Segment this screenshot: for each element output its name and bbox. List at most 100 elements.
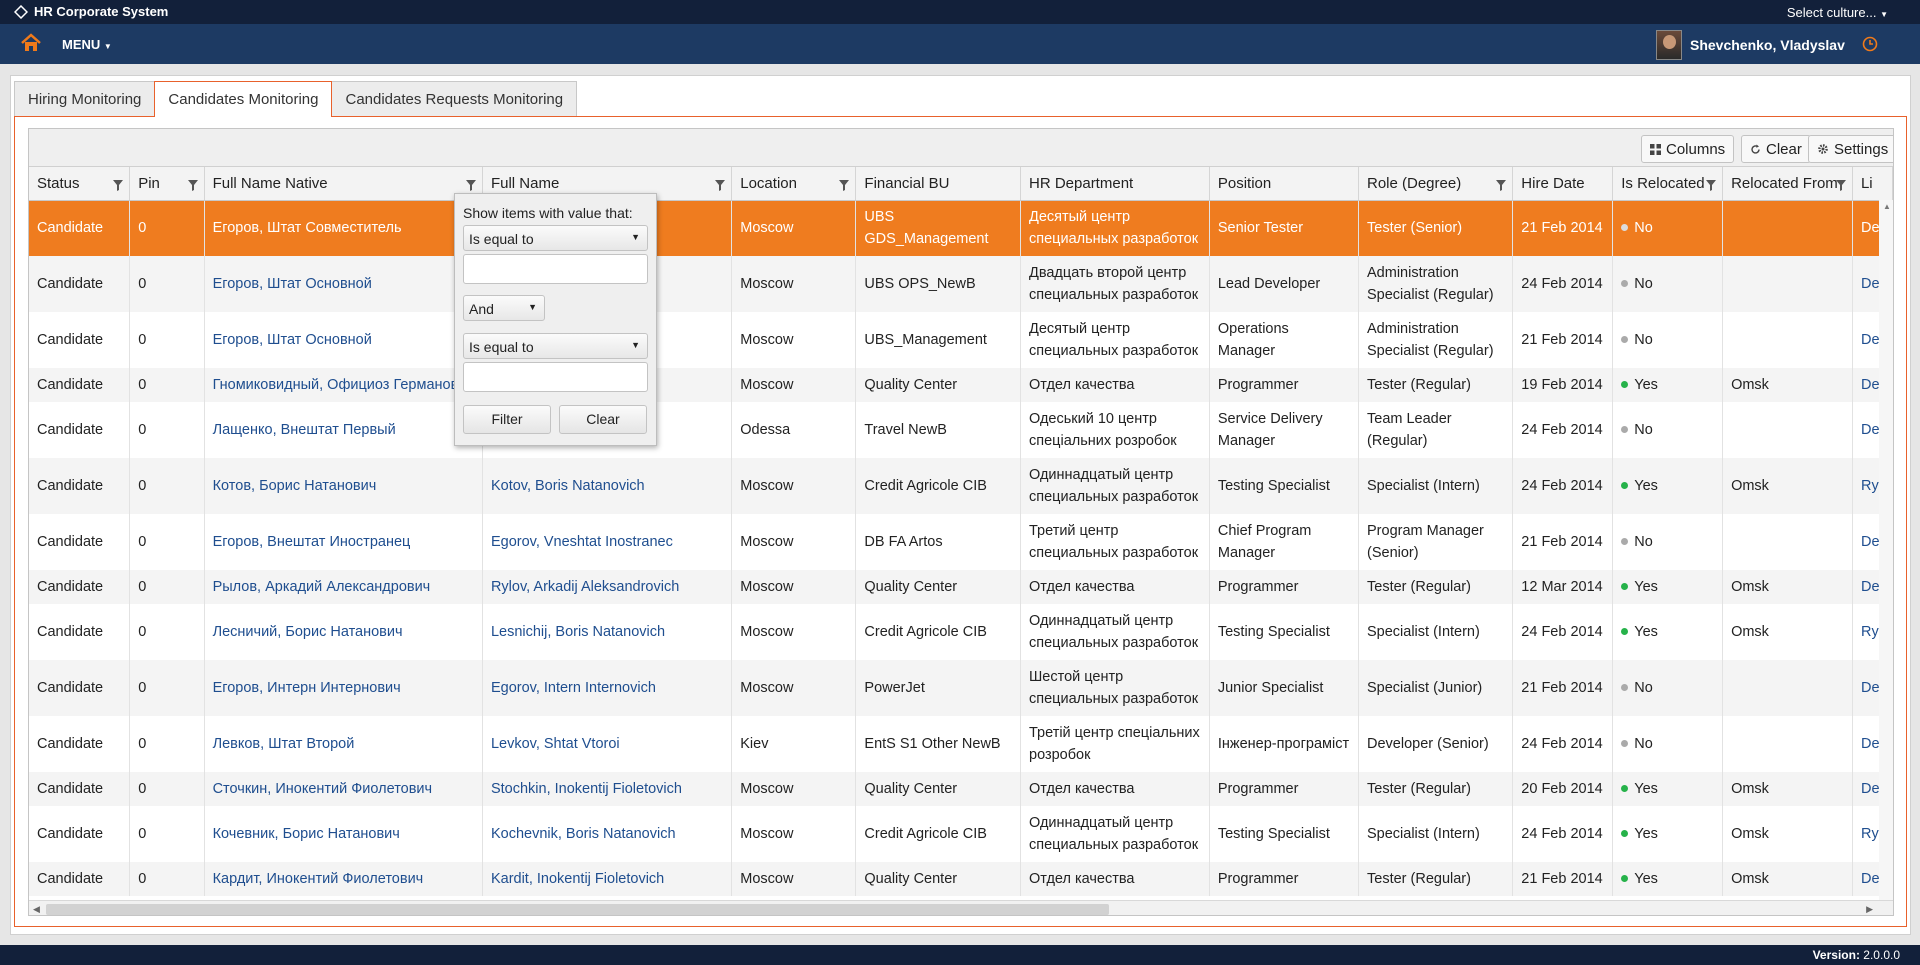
cell-full-name-native-text[interactable]: Кочевник, Борис Натанович bbox=[213, 826, 400, 842]
home-button[interactable] bbox=[20, 33, 42, 57]
cell-li-text[interactable]: De bbox=[1861, 534, 1880, 550]
table-row[interactable]: Candidate 0 Егоров, Внештат Иностранец Egor… bbox=[29, 514, 1893, 570]
filter-logic-select[interactable]: And ▼ bbox=[463, 295, 545, 321]
filter-icon[interactable] bbox=[1706, 178, 1717, 195]
columns-button[interactable]: Columns bbox=[1641, 135, 1735, 163]
filter-apply-button[interactable]: Filter bbox=[463, 405, 551, 434]
culture-select[interactable]: Select culture... ▼ bbox=[1787, 5, 1888, 20]
cell-li-text[interactable]: De bbox=[1861, 220, 1880, 236]
tab-hiring-monitoring[interactable]: Hiring Monitoring bbox=[14, 81, 156, 116]
column-header-financial-bu[interactable]: Financial BU bbox=[855, 167, 1021, 201]
cell-li-text[interactable]: De bbox=[1861, 579, 1880, 595]
table-row[interactable]: Candidate 0 Егоров, Штат Основной Moscow UBS… bbox=[29, 256, 1893, 312]
cell-li-text[interactable]: De bbox=[1861, 377, 1880, 393]
table-row[interactable]: Candidate 0 Сточкин, Инокентий Фиолетович S… bbox=[29, 772, 1893, 806]
filter-icon[interactable] bbox=[187, 178, 198, 195]
cell-li-text[interactable]: De bbox=[1861, 871, 1880, 887]
table-row[interactable]: Candidate 0 Гномиковидный, Официоз Германо… bbox=[29, 368, 1893, 402]
table-row[interactable]: Candidate 0 Кардит, Инокентий Фиолетович Ka… bbox=[29, 862, 1893, 896]
filter-clear-button[interactable]: Clear bbox=[559, 405, 647, 434]
filter-icon[interactable] bbox=[839, 178, 850, 195]
cell-full-name-native-text[interactable]: Левков, Штат Второй bbox=[213, 736, 355, 752]
column-header-hire-date[interactable]: Hire Date bbox=[1512, 167, 1614, 201]
column-header-relocated-from[interactable]: Relocated From bbox=[1722, 167, 1853, 201]
scroll-thumb[interactable] bbox=[46, 904, 1109, 915]
user-profile[interactable]: Shevchenko, Vladyslav bbox=[1656, 30, 1845, 60]
history-button[interactable] bbox=[1862, 36, 1878, 56]
cell-full-name-native-text[interactable]: Егоров, Интерн Интернович bbox=[213, 680, 401, 696]
cell-full-name[interactable]: Stochkin, Inokentij Fioletovich bbox=[482, 772, 733, 806]
table-row[interactable]: Candidate 0 Рылов, Аркадий Александрович Ry… bbox=[29, 570, 1893, 604]
table-row[interactable]: Candidate 0 Котов, Борис Натанович Kotov, B… bbox=[29, 458, 1893, 514]
cell-full-name-native[interactable]: Егоров, Штат Совместитель bbox=[204, 200, 483, 256]
column-header-location[interactable]: Location bbox=[731, 167, 857, 201]
cell-full-name-text[interactable]: Stochkin, Inokentij Fioletovich bbox=[491, 781, 682, 797]
cell-full-name[interactable]: Lesnichij, Boris Natanovich bbox=[482, 604, 733, 660]
table-row[interactable]: Candidate 0 Лесничий, Борис Натанович Lesni… bbox=[29, 604, 1893, 660]
horizontal-scrollbar[interactable]: ◀ ▶ bbox=[29, 900, 1893, 915]
cell-full-name-native-text[interactable]: Егоров, Внештат Иностранец bbox=[213, 534, 411, 550]
cell-full-name-native[interactable]: Лесничий, Борис Натанович bbox=[204, 604, 483, 660]
cell-full-name-text[interactable]: Kotov, Boris Natanovich bbox=[491, 478, 645, 494]
column-header-role-degree[interactable]: Role (Degree) bbox=[1358, 167, 1514, 201]
cell-full-name-text[interactable]: Kochevnik, Boris Natanovich bbox=[491, 826, 676, 842]
filter-operator-2-select[interactable]: Is equal to ▼ bbox=[463, 333, 648, 359]
scroll-right-icon[interactable]: ▶ bbox=[1866, 904, 1873, 915]
cell-full-name-native[interactable]: Егоров, Штат Основной bbox=[204, 312, 483, 368]
cell-full-name-native-text[interactable]: Гномиковидный, Официоз Германович bbox=[213, 377, 474, 393]
column-header-pin[interactable]: Pin bbox=[129, 167, 205, 201]
table-row[interactable]: Candidate 0 Егоров, Интерн Интернович Egoro… bbox=[29, 660, 1893, 716]
table-row[interactable]: Candidate0Лащенко, Внештат ПервыйyiOdess… bbox=[29, 402, 1893, 458]
vertical-scrollbar[interactable]: ▲ bbox=[1879, 200, 1893, 900]
filter-value-2-input[interactable] bbox=[463, 362, 648, 392]
scroll-left-icon[interactable]: ◀ bbox=[33, 904, 40, 915]
cell-full-name[interactable]: Levkov, Shtat Vtoroi bbox=[482, 716, 733, 772]
cell-full-name-text[interactable]: Levkov, Shtat Vtoroi bbox=[491, 736, 620, 752]
filter-icon[interactable] bbox=[1835, 178, 1846, 195]
cell-full-name-native[interactable]: Сточкин, Инокентий Фиолетович bbox=[204, 772, 483, 806]
table-row[interactable]: Candidate 0 Кочевник, Борис Натанович Koche… bbox=[29, 806, 1893, 862]
cell-li-text[interactable]: De bbox=[1861, 781, 1880, 797]
cell-full-name-native[interactable]: Кардит, Инокентий Фиолетович bbox=[204, 862, 483, 896]
cell-li-text[interactable]: Ry bbox=[1861, 478, 1879, 494]
table-row[interactable]: Candidate 0 Егоров, Штат Совместитель Mosco… bbox=[29, 200, 1893, 256]
cell-full-name-native-text[interactable]: Егоров, Штат Основной bbox=[213, 276, 372, 292]
column-header-status[interactable]: Status bbox=[29, 167, 131, 201]
settings-button[interactable]: Settings bbox=[1808, 135, 1893, 163]
cell-li-text[interactable]: De bbox=[1861, 736, 1880, 752]
cell-li-text[interactable]: De bbox=[1861, 332, 1880, 348]
table-row[interactable]: Candidate 0 Левков, Штат Второй Levkov, Sht… bbox=[29, 716, 1893, 772]
cell-full-name[interactable]: Rylov, Arkadij Aleksandrovich bbox=[482, 570, 733, 604]
menu-button[interactable]: MENU ▼ bbox=[62, 37, 112, 52]
cell-full-name-native-text[interactable]: Егоров, Штат Основной bbox=[213, 332, 372, 348]
cell-full-name-text[interactable]: Kardit, Inokentij Fioletovich bbox=[491, 871, 664, 887]
tab-candidates-monitoring[interactable]: Candidates Monitoring bbox=[154, 81, 333, 117]
cell-li-text[interactable]: De bbox=[1861, 422, 1880, 438]
tab-candidates-requests-monitoring[interactable]: Candidates Requests Monitoring bbox=[331, 81, 578, 116]
cell-li-text[interactable]: Ry bbox=[1861, 624, 1879, 640]
cell-full-name-native-text[interactable]: Сточкин, Инокентий Фиолетович bbox=[213, 781, 433, 797]
cell-full-name-native[interactable]: Егоров, Внештат Иностранец bbox=[204, 514, 483, 570]
column-header-is-relocated[interactable]: Is Relocated bbox=[1612, 167, 1724, 201]
table-row[interactable]: Candidate 0 Егоров, Штат Основной Moscow UBS… bbox=[29, 312, 1893, 368]
cell-full-name-text[interactable]: Rylov, Arkadij Aleksandrovich bbox=[491, 579, 679, 595]
cell-full-name-native-text[interactable]: Лащенко, Внештат Первый bbox=[213, 422, 396, 438]
cell-full-name-native[interactable]: Егоров, Интерн Интернович bbox=[204, 660, 483, 716]
filter-icon[interactable] bbox=[113, 178, 124, 195]
cell-full-name-native-text[interactable]: Рылов, Аркадий Александрович bbox=[213, 579, 431, 595]
cell-full-name-native-text[interactable]: Кардит, Инокентий Фиолетович bbox=[213, 871, 424, 887]
cell-full-name-native[interactable]: Гномиковидный, Официоз Германович bbox=[204, 368, 483, 402]
cell-li-text[interactable]: Ry bbox=[1861, 826, 1879, 842]
cell-full-name-text[interactable]: Egorov, Vneshtat Inostranec bbox=[491, 534, 673, 550]
cell-full-name-text[interactable]: Lesnichij, Boris Natanovich bbox=[491, 624, 665, 640]
column-header-li[interactable]: Li bbox=[1852, 167, 1893, 201]
cell-full-name[interactable]: Kochevnik, Boris Natanovich bbox=[482, 806, 733, 862]
cell-full-name-native[interactable]: Левков, Штат Второй bbox=[204, 716, 483, 772]
cell-full-name-native[interactable]: Кочевник, Борис Натанович bbox=[204, 806, 483, 862]
cell-full-name-text[interactable]: Egorov, Intern Internovich bbox=[491, 680, 656, 696]
cell-full-name[interactable]: Kotov, Boris Natanovich bbox=[482, 458, 733, 514]
cell-full-name-native[interactable]: Котов, Борис Натанович bbox=[204, 458, 483, 514]
column-header-position[interactable]: Position bbox=[1209, 167, 1360, 201]
cell-full-name-native-text[interactable]: Лесничий, Борис Натанович bbox=[213, 624, 403, 640]
filter-operator-1-select[interactable]: Is equal to ▼ bbox=[463, 225, 648, 251]
